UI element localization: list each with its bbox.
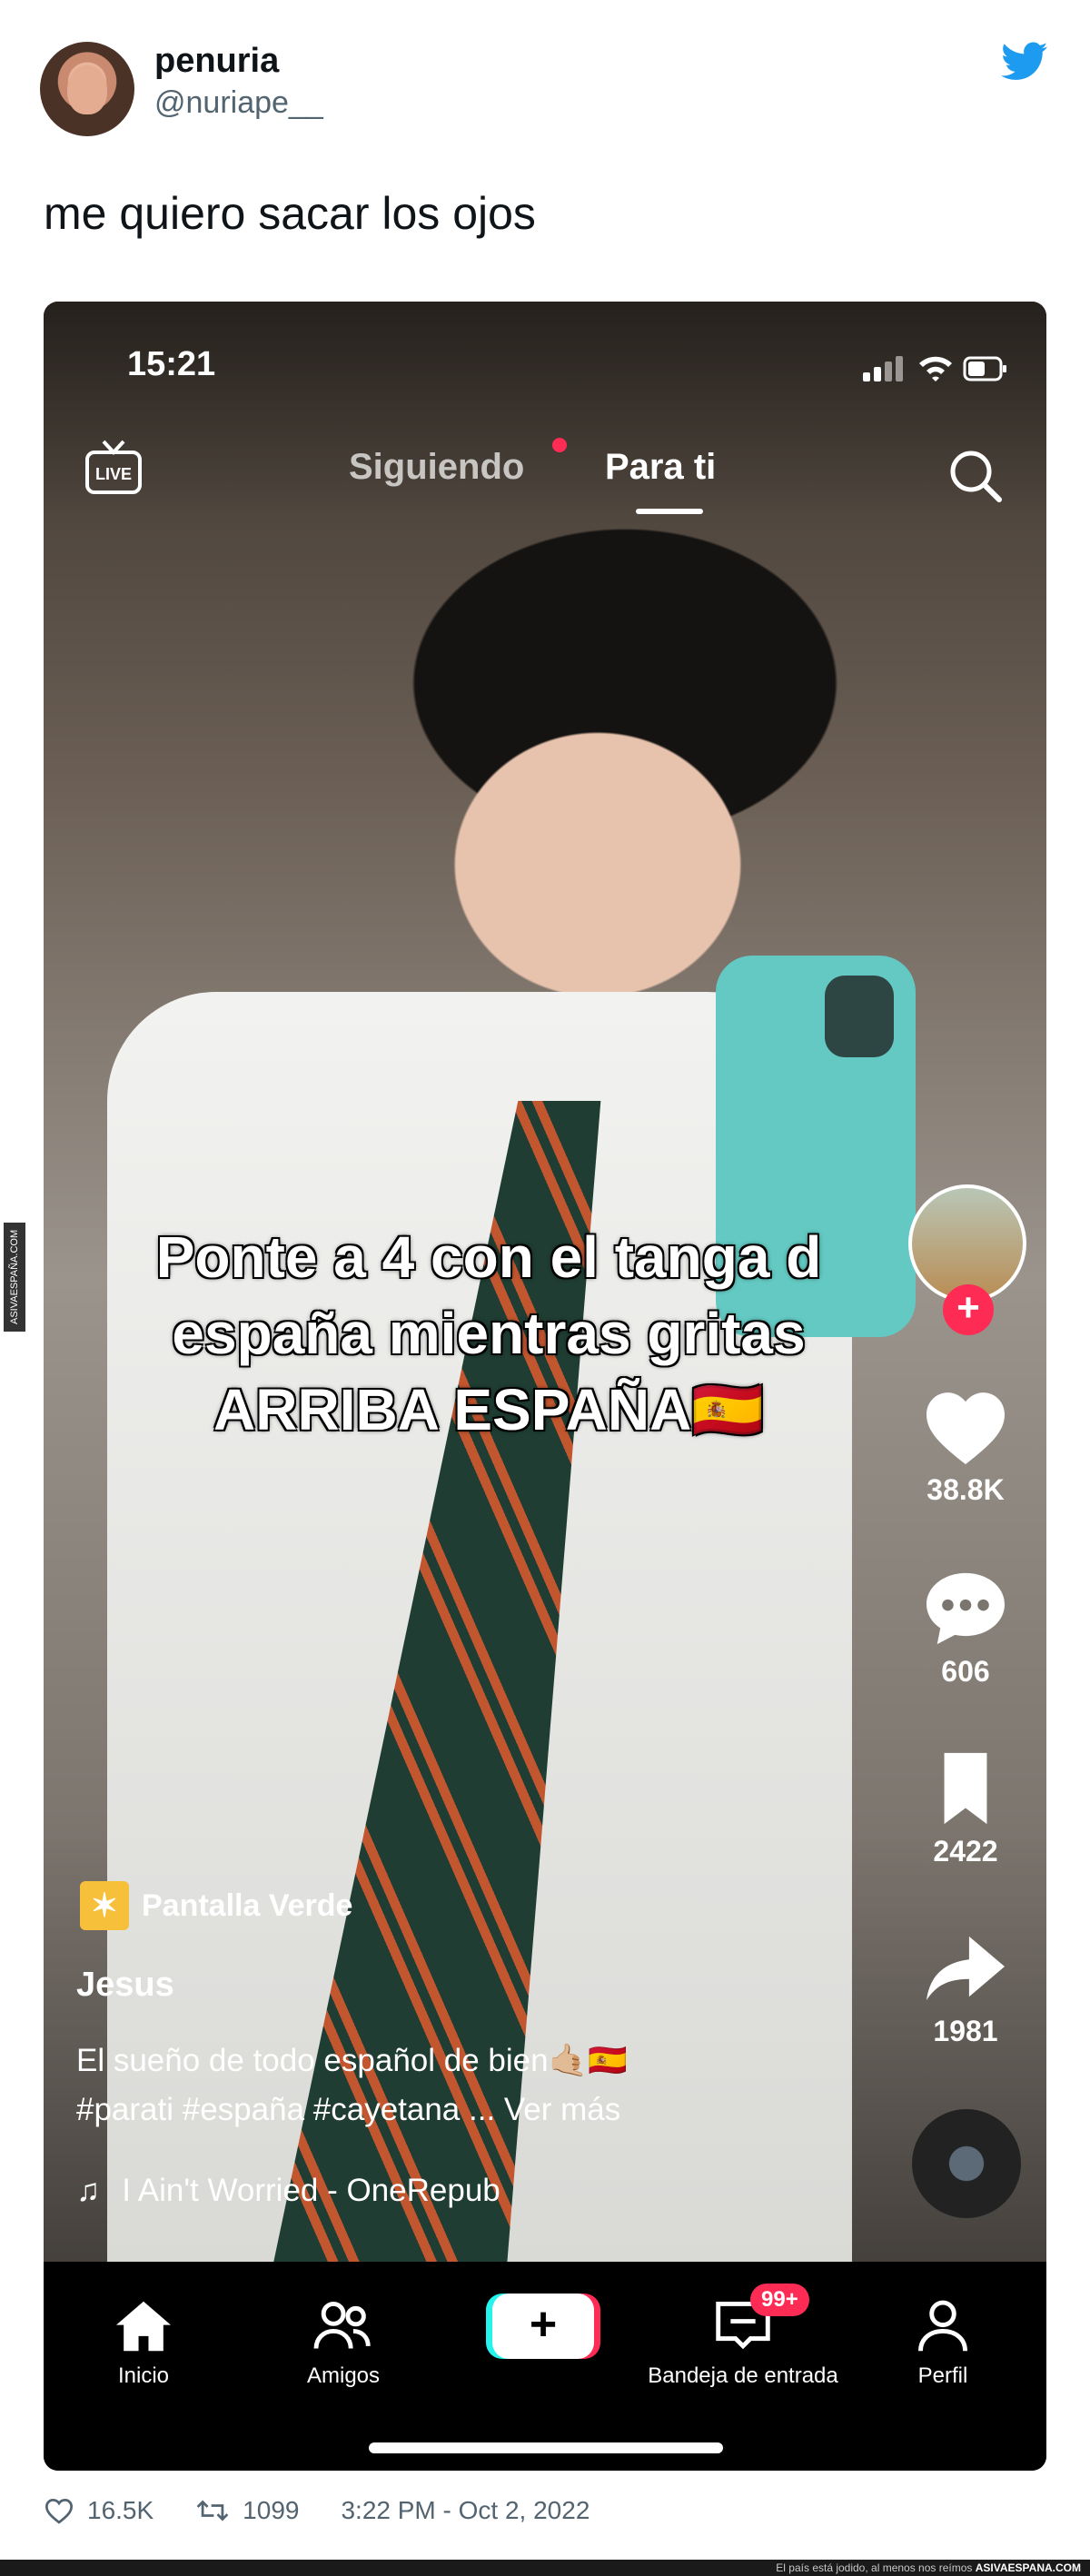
- bookmark-icon: [944, 1752, 987, 1825]
- share-arrow-icon: [926, 1936, 1005, 2001]
- video-author[interactable]: Jesus: [76, 1966, 174, 2005]
- footer-banner: El país está jodido, al menos nos reímos…: [0, 2560, 1090, 2576]
- share-count: 1981: [933, 2015, 998, 2047]
- save-button[interactable]: 2422: [897, 1749, 1034, 1868]
- active-tab-indicator: [636, 509, 703, 514]
- nav-home[interactable]: Inicio: [44, 2294, 243, 2389]
- save-count: 2422: [933, 1835, 998, 1868]
- live-tv-icon: LIVE: [85, 440, 142, 494]
- tweet-meta: 16.5K 1099 3:22 PM - Oct 2, 2022: [44, 2496, 590, 2525]
- live-button[interactable]: LIVE: [82, 440, 145, 498]
- side-watermark: ASIVAESPAÑA.COM: [4, 1223, 25, 1332]
- effect-tag[interactable]: ✶ Pantalla Verde: [80, 1878, 352, 1933]
- caption-line: Ponte a 4 con el tanga d: [155, 1224, 822, 1290]
- display-name[interactable]: penuria: [154, 42, 279, 81]
- create-plus-icon: +: [492, 2294, 594, 2359]
- nav-inbox[interactable]: 99+ Bandeja de entrada: [643, 2284, 843, 2389]
- tiktok-screenshot[interactable]: 15:21 LIVE Siguiendo Para ti Ponte a 4 c…: [44, 302, 1046, 2471]
- retweet-count: 1099: [243, 2496, 300, 2524]
- bottom-nav: Inicio Amigos + 99+ Bandeja de entrada P…: [44, 2262, 1046, 2471]
- music-info[interactable]: ♫ I Ain't Worried - OneRepub: [76, 2173, 500, 2209]
- nav-inbox-label: Bandeja de entrada: [648, 2363, 838, 2388]
- hashtags[interactable]: #parati #españa #cayetana ... Ver más: [76, 2086, 628, 2135]
- tweet-timestamp[interactable]: 3:22 PM - Oct 2, 2022: [341, 2496, 590, 2525]
- comment-icon: [926, 1572, 1005, 1645]
- music-disc[interactable]: [912, 2109, 1021, 2218]
- user-handle[interactable]: @nuriape__: [154, 85, 323, 121]
- like-heart-icon[interactable]: [44, 2497, 74, 2524]
- follow-button[interactable]: +: [943, 1284, 994, 1335]
- effect-star-icon: ✶: [80, 1881, 129, 1930]
- caption-line: españa mientras gritas: [172, 1301, 806, 1366]
- caption-line: ARRIBA ESPAÑA🇪🇸: [213, 1377, 764, 1442]
- friends-icon: [313, 2302, 371, 2349]
- video-caption: Ponte a 4 con el tanga d españa mientras…: [44, 1219, 934, 1448]
- comment-button[interactable]: 606: [897, 1570, 1034, 1689]
- tab-following[interactable]: Siguiendo: [349, 447, 524, 488]
- effect-label: Pantalla Verde: [142, 1887, 353, 1923]
- profile-icon: [918, 2300, 967, 2352]
- svg-text:LIVE: LIVE: [95, 465, 132, 483]
- status-time: 15:21: [127, 345, 216, 383]
- footer-brand: ASIVAESPANA.COM: [975, 2561, 1081, 2574]
- inbox-badge: 99+: [750, 2284, 809, 2316]
- like-button[interactable]: 38.8K: [897, 1388, 1034, 1507]
- music-note-icon: ♫: [76, 2173, 101, 2208]
- notification-dot: [552, 438, 567, 452]
- like-count-tweet: 16.5K: [87, 2496, 154, 2524]
- status-icons: [863, 356, 1006, 381]
- music-title: I Ain't Worried - OneRepub: [122, 2173, 500, 2208]
- nav-create[interactable]: +: [443, 2294, 643, 2363]
- like-count: 38.8K: [926, 1473, 1005, 1506]
- nav-friends-label: Amigos: [306, 2363, 381, 2388]
- footer-text: El país está jodido, al menos nos reímos: [776, 2561, 973, 2574]
- video-description[interactable]: El sueño de todo español de bien🤙🏼🇪🇸 #pa…: [76, 2036, 628, 2135]
- nav-profile[interactable]: Perfil: [843, 2294, 1043, 2389]
- avatar[interactable]: [40, 42, 134, 136]
- home-icon: [116, 2301, 171, 2352]
- nav-profile-label: Perfil: [917, 2363, 968, 2388]
- retweet-icon[interactable]: [195, 2497, 230, 2524]
- description-text: El sueño de todo español de bien🤙🏼🇪🇸: [76, 2043, 628, 2078]
- home-indicator: [369, 2442, 723, 2453]
- tab-for-you[interactable]: Para ti: [605, 447, 716, 488]
- share-button[interactable]: 1981: [897, 1929, 1034, 2048]
- nav-home-label: Inicio: [117, 2363, 170, 2388]
- nav-friends[interactable]: Amigos: [243, 2294, 443, 2389]
- search-icon[interactable]: [945, 445, 1006, 507]
- tweet-text: me quiero sacar los ojos: [44, 188, 536, 239]
- heart-icon: [926, 1392, 1005, 1465]
- comment-count: 606: [941, 1655, 990, 1688]
- twitter-bird-icon[interactable]: [1001, 42, 1048, 82]
